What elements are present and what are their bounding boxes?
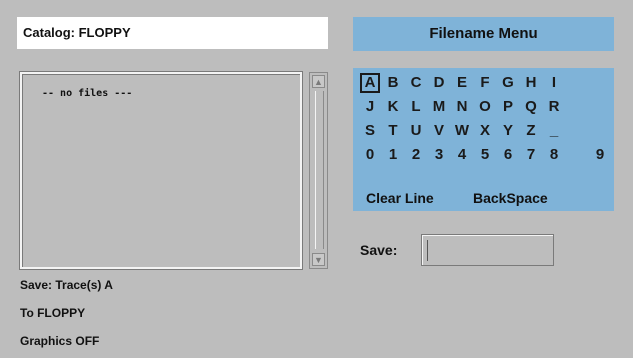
key-c[interactable]: C <box>406 73 426 93</box>
scrollbar-trough[interactable] <box>315 91 324 249</box>
key-d[interactable]: D <box>429 73 449 93</box>
key-8[interactable]: 8 <box>544 145 564 165</box>
file-list-empty-text: -- no files --- <box>42 88 133 99</box>
key-z[interactable]: Z <box>521 121 541 141</box>
status-destination: To FLOPPY <box>20 306 86 320</box>
key-h[interactable]: H <box>521 73 541 93</box>
save-filename-input[interactable] <box>421 234 554 266</box>
key-1[interactable]: 1 <box>383 145 403 165</box>
backspace-button[interactable]: BackSpace <box>473 189 548 207</box>
key-underscore[interactable]: _ <box>544 121 564 141</box>
status-save-trace: Save: Trace(s) A <box>20 278 113 292</box>
file-list[interactable]: -- no files --- <box>19 71 303 270</box>
key-p[interactable]: P <box>498 97 518 117</box>
key-2[interactable]: 2 <box>406 145 426 165</box>
key-u[interactable]: U <box>406 121 426 141</box>
key-4[interactable]: 4 <box>452 145 472 165</box>
key-e[interactable]: E <box>452 73 472 93</box>
key-k[interactable]: K <box>383 97 403 117</box>
text-cursor <box>427 240 428 261</box>
key-q[interactable]: Q <box>521 97 541 117</box>
filename-menu-title: Filename Menu <box>353 17 614 51</box>
key-w[interactable]: W <box>452 121 472 141</box>
key-n[interactable]: N <box>452 97 472 117</box>
key-m[interactable]: M <box>429 97 449 117</box>
key-a[interactable]: A <box>360 73 380 93</box>
key-3[interactable]: 3 <box>429 145 449 165</box>
key-o[interactable]: O <box>475 97 495 117</box>
key-f[interactable]: F <box>475 73 495 93</box>
clear-line-button[interactable]: Clear Line <box>366 189 434 207</box>
key-b[interactable]: B <box>383 73 403 93</box>
key-y[interactable]: Y <box>498 121 518 141</box>
key-9[interactable]: 9 <box>590 145 610 165</box>
file-list-scrollbar[interactable]: ▲ ▼ <box>309 72 328 269</box>
key-l[interactable]: L <box>406 97 426 117</box>
key-v[interactable]: V <box>429 121 449 141</box>
status-graphics: Graphics OFF <box>20 334 100 348</box>
key-s[interactable]: S <box>360 121 380 141</box>
catalog-title: Catalog: FLOPPY <box>17 17 328 49</box>
key-j[interactable]: J <box>360 97 380 117</box>
save-label: Save: <box>360 242 398 258</box>
key-t[interactable]: T <box>383 121 403 141</box>
scroll-up-arrow-icon[interactable]: ▲ <box>312 75 325 88</box>
key-g[interactable]: G <box>498 73 518 93</box>
key-i[interactable]: I <box>544 73 564 93</box>
key-5[interactable]: 5 <box>475 145 495 165</box>
scroll-down-arrow-icon[interactable]: ▼ <box>312 253 325 266</box>
key-6[interactable]: 6 <box>498 145 518 165</box>
key-7[interactable]: 7 <box>521 145 541 165</box>
key-x[interactable]: X <box>475 121 495 141</box>
key-0[interactable]: 0 <box>360 145 380 165</box>
key-r[interactable]: R <box>544 97 564 117</box>
